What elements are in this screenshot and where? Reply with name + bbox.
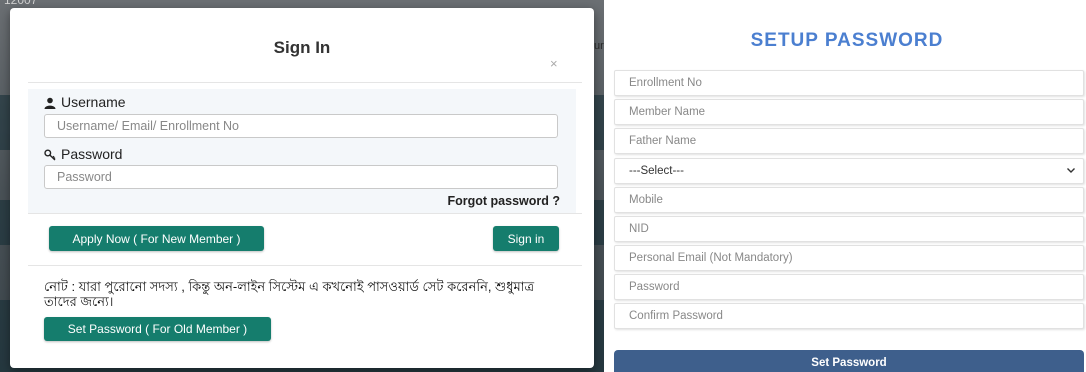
select-value: ---Select--- bbox=[629, 165, 684, 177]
password-label-text: Password bbox=[61, 146, 123, 162]
key-icon bbox=[44, 148, 56, 161]
username-input[interactable] bbox=[44, 114, 558, 138]
confirm-password-input[interactable] bbox=[614, 303, 1084, 329]
member-name-input[interactable] bbox=[614, 99, 1084, 125]
father-name-input[interactable] bbox=[614, 128, 1084, 154]
modal-title: Sign In bbox=[273, 38, 331, 57]
note-text: নোট : যারা পুরোনো সদস্য , কিন্তু অন-লাইন… bbox=[44, 279, 535, 309]
signin-button[interactable]: Sign in bbox=[493, 226, 559, 251]
password-input[interactable] bbox=[44, 165, 558, 189]
apply-now-button[interactable]: Apply Now ( For New Member ) bbox=[49, 226, 264, 251]
set-password-old-member-button[interactable]: Set Password ( For Old Member ) bbox=[44, 317, 271, 341]
nid-input[interactable] bbox=[614, 216, 1084, 242]
set-password-button[interactable]: Set Password bbox=[614, 350, 1084, 372]
mobile-input[interactable] bbox=[614, 187, 1084, 213]
username-label-text: Username bbox=[61, 94, 126, 110]
close-icon[interactable]: × bbox=[550, 56, 558, 71]
backdrop-side-text: ur bbox=[594, 40, 604, 52]
username-label: Username bbox=[44, 94, 126, 110]
new-password-input[interactable] bbox=[614, 274, 1084, 300]
select-dropdown[interactable]: ---Select--- bbox=[614, 158, 1084, 184]
modal-header-divider bbox=[28, 82, 582, 83]
chevron-down-icon bbox=[1065, 164, 1077, 176]
email-input[interactable] bbox=[614, 245, 1084, 271]
page: 12007 ur Sign In × Username Username/ Em… bbox=[0, 0, 1086, 372]
user-icon bbox=[44, 96, 56, 109]
backdrop-text: 12007 bbox=[4, 0, 38, 7]
enrollment-input[interactable] bbox=[614, 70, 1084, 96]
setup-title: SETUP PASSWORD bbox=[750, 30, 944, 51]
forgot-password-link[interactable]: Forgot password ? bbox=[430, 194, 561, 208]
password-label: Password bbox=[44, 146, 122, 162]
form-divider bbox=[28, 213, 582, 214]
footer-divider bbox=[28, 265, 582, 266]
signin-modal: Sign In × Username Password bbox=[10, 8, 594, 368]
